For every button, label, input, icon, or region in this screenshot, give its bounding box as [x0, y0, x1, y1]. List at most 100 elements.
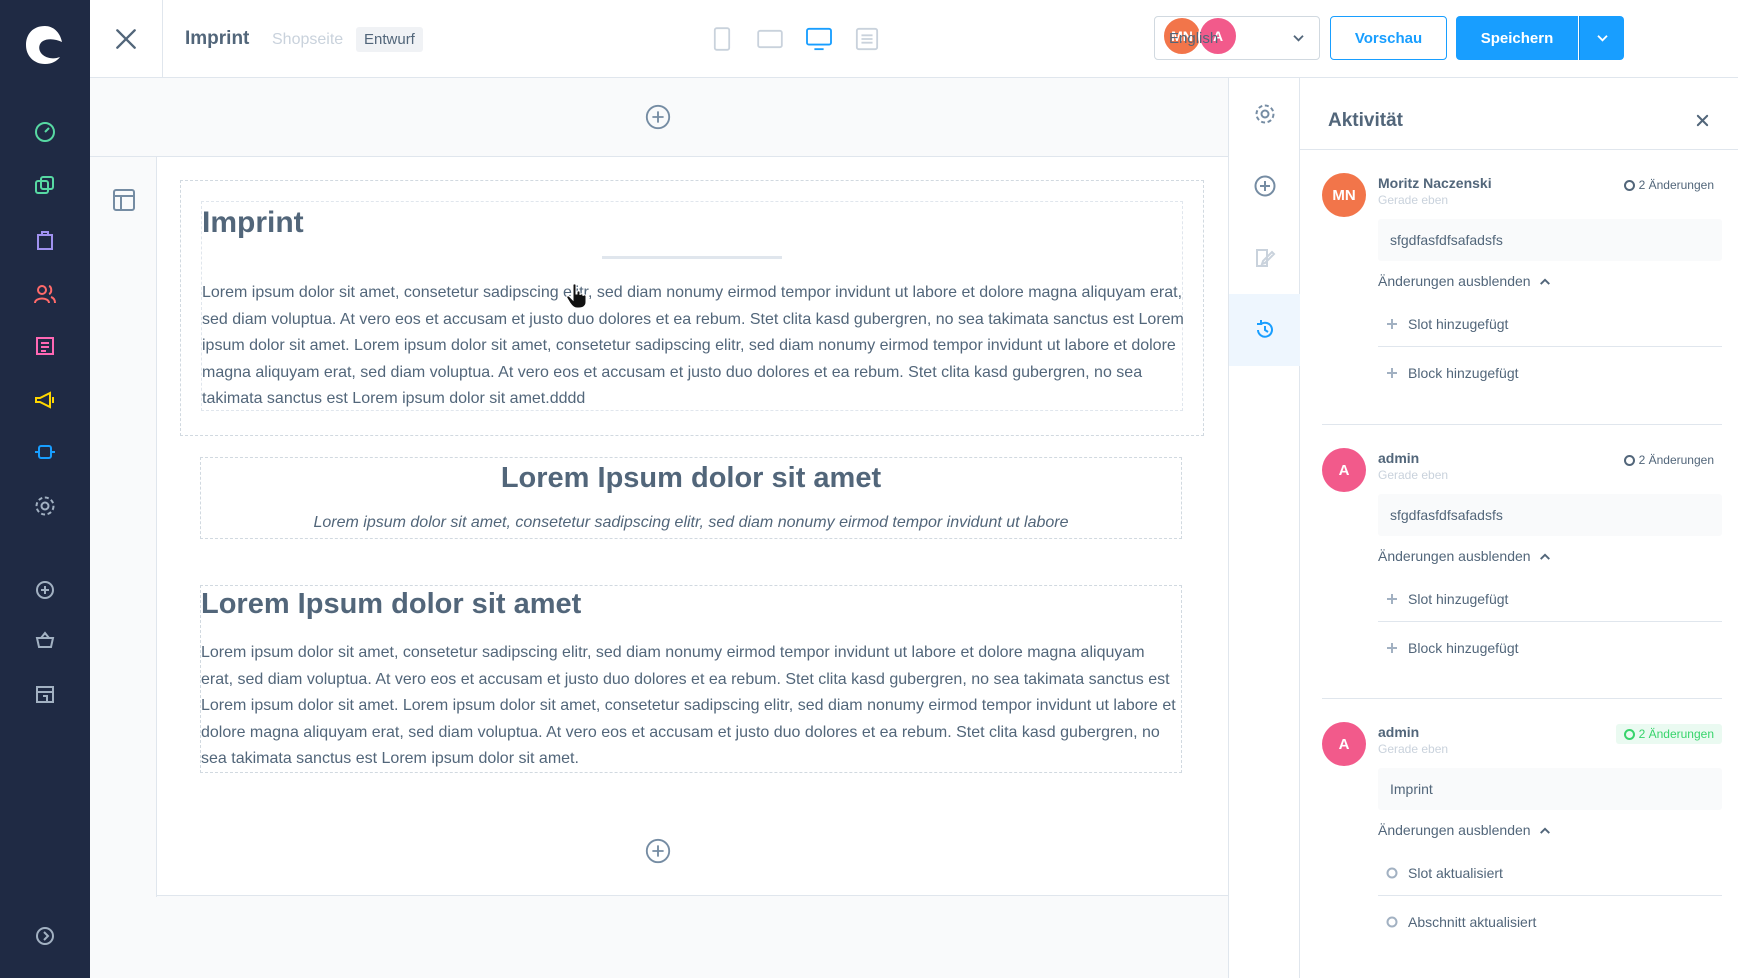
avatar: A — [1322, 448, 1366, 492]
plus-circle-icon — [1254, 175, 1275, 197]
content-icon[interactable] — [29, 330, 61, 362]
preview-button[interactable]: Vorschau — [1330, 16, 1447, 60]
device-desktop-button[interactable] — [802, 24, 836, 54]
change-label: Block hinzugefügt — [1408, 365, 1519, 381]
change-label: Block hinzugefügt — [1408, 640, 1519, 656]
customers-icon[interactable] — [29, 278, 61, 310]
desktop-icon — [806, 27, 832, 51]
add-blocks-tab[interactable] — [1229, 150, 1300, 222]
change-label: Slot aktualisiert — [1408, 864, 1503, 881]
changes-count-badge: 2 Änderungen — [1616, 175, 1722, 195]
marketing-icon[interactable] — [29, 384, 61, 416]
text-block-imprint[interactable]: Imprint Lorem ipsum dolor sit amet, cons… — [180, 180, 1204, 436]
imprint-heading: Imprint — [202, 206, 304, 239]
text-block-lorem[interactable]: Lorem Ipsum dolor sit amet Lorem ipsum d… — [200, 585, 1182, 773]
editor-sidebar-tools — [1228, 78, 1300, 978]
hide-changes-toggle[interactable]: Änderungen ausblenden — [1378, 273, 1551, 289]
mobile-icon — [713, 27, 731, 51]
settings-icon[interactable] — [29, 490, 61, 522]
heading-divider — [602, 256, 782, 259]
change-item: Slot aktualisiert — [1378, 850, 1722, 896]
hide-changes-label: Änderungen ausblenden — [1378, 273, 1531, 289]
language-select[interactable]: English — [1154, 16, 1320, 60]
change-label: Slot hinzugefügt — [1408, 590, 1509, 607]
entry-author: admin — [1378, 724, 1420, 740]
activity-entry: A admin Gerade eben 2 Änderungen sfgdfas… — [1322, 448, 1722, 678]
close-activity-panel-button[interactable] — [1690, 108, 1714, 132]
plus-circle-icon — [645, 104, 671, 130]
entry-divider — [1322, 424, 1722, 425]
activity-panel-header: Aktivität — [1300, 78, 1738, 150]
device-tablet-button[interactable] — [754, 24, 786, 54]
close-editor-button[interactable] — [108, 21, 144, 57]
plus-circle-icon — [645, 838, 671, 864]
add-sales-channel-icon[interactable] — [29, 574, 61, 606]
entry-author: admin — [1378, 450, 1420, 466]
activity-tab[interactable] — [1229, 294, 1300, 366]
changes-count-label: 2 Änderungen — [1638, 453, 1714, 467]
toolbar-divider — [162, 0, 163, 78]
device-list-view-button[interactable] — [852, 24, 882, 54]
storefront-icon[interactable] — [29, 678, 61, 710]
entry-message: sfgdfasfdfsafadsfs — [1378, 219, 1722, 261]
entry-time: Gerade eben — [1378, 193, 1449, 207]
circle-icon — [1386, 867, 1398, 878]
plus-icon — [1387, 318, 1397, 329]
chevron-up-icon — [1539, 277, 1550, 285]
save-options-button[interactable] — [1579, 16, 1624, 60]
basket-icon[interactable] — [29, 624, 61, 656]
imprint-body-text: Lorem ipsum dolor sit amet, consetetur s… — [202, 284, 1184, 407]
change-label: Slot hinzugefügt — [1408, 315, 1509, 332]
pointer-cursor-icon — [566, 283, 587, 309]
chevron-down-icon — [1596, 34, 1608, 42]
edit-content-tab[interactable] — [1229, 222, 1300, 294]
extensions-icon[interactable] — [29, 436, 61, 468]
entry-time: Gerade eben — [1378, 468, 1449, 482]
edit-icon — [1255, 249, 1275, 267]
catalog-icon[interactable] — [29, 170, 61, 202]
section-sidebar — [90, 157, 157, 897]
save-button[interactable]: Speichern — [1456, 16, 1578, 60]
centered-subtext: Lorem ipsum dolor sit amet, consetetur s… — [313, 514, 1069, 531]
lorem-body-text: Lorem ipsum dolor sit amet, consetetur s… — [201, 644, 1176, 767]
activity-entry: A admin Gerade eben 2 Änderungen Imprint… — [1322, 722, 1722, 962]
hide-changes-label: Änderungen ausblenden — [1378, 822, 1531, 838]
changes-count-label: 2 Änderungen — [1638, 727, 1714, 741]
changes-count-label: 2 Änderungen — [1638, 178, 1714, 192]
history-icon — [1256, 320, 1273, 338]
change-label: Abschnitt aktualisiert — [1408, 914, 1537, 930]
collapse-menu-icon[interactable] — [29, 920, 61, 952]
close-icon — [116, 29, 136, 49]
chevron-up-icon — [1539, 552, 1550, 560]
page-title: Imprint — [185, 28, 250, 49]
change-item: Slot hinzugefügt — [1378, 301, 1722, 347]
dashboard-icon[interactable] — [29, 116, 61, 148]
circle-icon — [1623, 454, 1635, 466]
hide-changes-label: Änderungen ausblenden — [1378, 548, 1531, 564]
changes-count-badge: 2 Änderungen — [1616, 450, 1722, 470]
content-section[interactable]: Imprint Lorem ipsum dolor sit amet, cons… — [90, 156, 1228, 897]
add-section-bottom-button[interactable] — [643, 836, 673, 866]
settings-tab[interactable] — [1229, 78, 1300, 150]
activity-entry: MN Moritz Naczenski Gerade eben 2 Änderu… — [1322, 173, 1722, 403]
layout-icon[interactable] — [111, 187, 137, 213]
centered-text-block[interactable]: Lorem Ipsum dolor sit amet Lorem ipsum d… — [200, 457, 1182, 539]
shopware-logo-icon[interactable] — [22, 22, 68, 68]
hide-changes-toggle[interactable]: Änderungen ausblenden — [1378, 548, 1551, 564]
add-section-top-button[interactable] — [643, 102, 673, 132]
hide-changes-toggle[interactable]: Änderungen ausblenden — [1378, 822, 1551, 838]
device-mobile-button[interactable] — [708, 24, 736, 54]
change-item: Abschnitt aktualisiert — [1378, 899, 1722, 945]
avatar: MN — [1322, 173, 1366, 217]
plus-icon — [1387, 368, 1397, 378]
avatar: A — [1322, 722, 1366, 766]
close-icon — [1696, 114, 1708, 126]
orders-icon[interactable] — [29, 224, 61, 256]
list-view-icon — [855, 27, 879, 51]
text-slot[interactable]: Imprint Lorem ipsum dolor sit amet, cons… — [201, 201, 1184, 411]
activity-panel: Aktivität MN Moritz Naczenski Gerade ebe… — [1300, 78, 1738, 978]
change-item: Block hinzugefügt — [1378, 625, 1722, 671]
entry-message: sfgdfasfdfsafadsfs — [1378, 494, 1722, 536]
editor-toolbar: Imprint Shopseite Entwurf MN A English V… — [90, 0, 1738, 78]
main-navigation — [0, 0, 90, 978]
